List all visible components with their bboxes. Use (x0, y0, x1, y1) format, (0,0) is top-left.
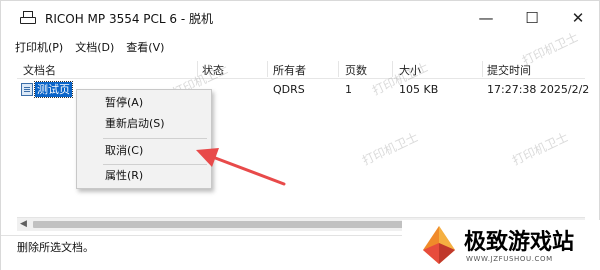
menu-bar: 打印机(P) 文档(D) 查看(V) (1, 37, 170, 57)
maximize-icon: ☐ (525, 9, 539, 27)
menu-document[interactable]: 文档(D) (69, 39, 120, 55)
brand-url: WWW.JZFUSHOU.COM (466, 255, 553, 263)
printer-icon (19, 11, 37, 25)
status-text: 删除所选文档。 (17, 241, 94, 254)
context-menu: 暂停(A) 重新启动(S) 取消(C) 属性(R) (76, 89, 212, 189)
context-menu-pause[interactable]: 暂停(A) (77, 94, 211, 112)
job-name[interactable]: 测试页 (34, 81, 73, 98)
job-size: 105 KB (399, 83, 439, 96)
context-menu-properties[interactable]: 属性(R) (77, 167, 211, 185)
context-menu-cancel[interactable]: 取消(C) (77, 142, 211, 160)
job-submitted: 17:27:38 2025/2/2 (487, 83, 590, 96)
column-header-size[interactable]: 大小 (399, 62, 421, 78)
context-menu-divider (103, 164, 207, 165)
close-icon: ✕ (571, 9, 585, 27)
minimize-icon: — (478, 9, 494, 27)
job-pages: 1 (345, 83, 352, 96)
column-header-status[interactable]: 状态 (202, 62, 224, 78)
minimize-button[interactable]: — (463, 1, 509, 35)
close-button[interactable]: ✕ (555, 1, 600, 35)
scroll-left-icon[interactable]: ◀ (20, 219, 27, 229)
column-header-submitted[interactable]: 提交时间 (487, 62, 531, 78)
brand-badge: 极致游戏站 WWW.JZFUSHOU.COM (402, 220, 600, 270)
context-menu-divider (103, 138, 207, 139)
column-header-document-name[interactable]: 文档名 (23, 62, 56, 78)
document-icon (21, 83, 33, 96)
menu-printer[interactable]: 打印机(P) (1, 39, 69, 55)
brand-name: 极致游戏站 (464, 230, 575, 255)
brand-logo-icon (423, 226, 455, 264)
job-owner: QDRS (273, 83, 305, 96)
scroll-thumb[interactable] (33, 221, 413, 228)
context-menu-restart[interactable]: 重新启动(S) (77, 115, 211, 133)
column-header-pages[interactable]: 页数 (345, 62, 367, 78)
list-header: 文档名 状态 所有者 页数 大小 提交时间 (17, 59, 585, 79)
column-header-owner[interactable]: 所有者 (273, 62, 306, 78)
window-title: RICOH MP 3554 PCL 6 - 脱机 (45, 11, 214, 26)
title-bar[interactable]: RICOH MP 3554 PCL 6 - 脱机 — ☐ ✕ (1, 1, 600, 35)
menu-view[interactable]: 查看(V) (120, 39, 170, 55)
maximize-button[interactable]: ☐ (509, 1, 555, 35)
